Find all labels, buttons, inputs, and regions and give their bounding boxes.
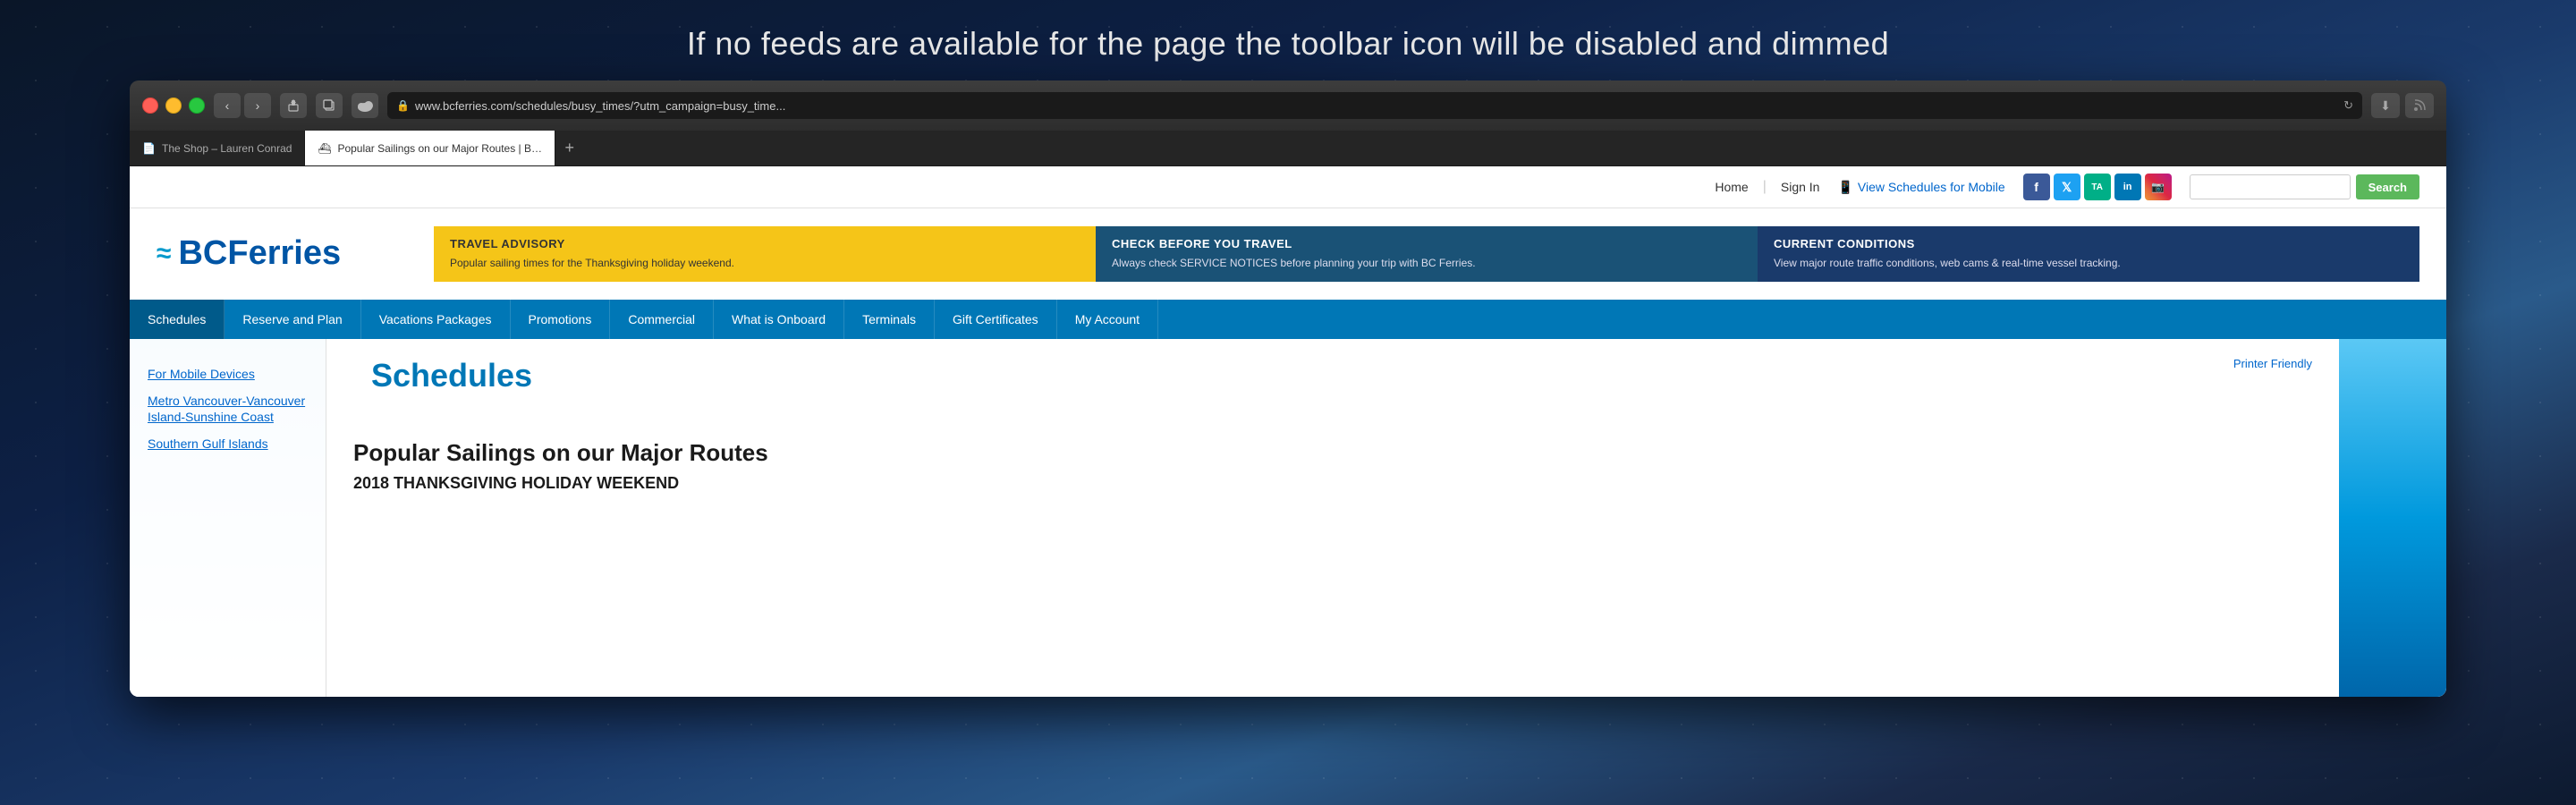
tab-lauren-conrad[interactable]: 📄 The Shop – Lauren Conrad bbox=[130, 131, 305, 165]
printer-friendly-link[interactable]: Printer Friendly bbox=[2233, 357, 2339, 370]
url-text: www.bcferries.com/schedules/busy_times/?… bbox=[415, 99, 2338, 113]
nav-promotions[interactable]: Promotions bbox=[511, 300, 611, 339]
site-topbar: Home | Sign In 📱 View Schedules for Mobi… bbox=[130, 166, 2446, 208]
social-icons: f 𝕏 TA in 📷 bbox=[2023, 174, 2172, 200]
advisory-check-title: CHECK BEFORE YOU TRAVEL bbox=[1112, 237, 1741, 250]
sidebar-link-mobile[interactable]: For Mobile Devices bbox=[148, 366, 308, 382]
website-content: Home | Sign In 📱 View Schedules for Mobi… bbox=[130, 166, 2446, 697]
nav-reserve-plan[interactable]: Reserve and Plan bbox=[225, 300, 360, 339]
sidebar: For Mobile Devices Metro Vancouver-Vanco… bbox=[130, 339, 326, 697]
advisory-travel-text: Popular sailing times for the Thanksgivi… bbox=[450, 256, 1080, 271]
tab-title-1: The Shop – Lauren Conrad bbox=[162, 142, 292, 155]
lock-icon: 🔒 bbox=[396, 99, 410, 112]
close-button[interactable] bbox=[142, 97, 158, 114]
main-area: Popular Sailings on our Major Routes 201… bbox=[326, 412, 2339, 520]
search-button[interactable]: Search bbox=[2356, 174, 2419, 199]
mobile-link-text: View Schedules for Mobile bbox=[1858, 180, 2005, 194]
site-logo[interactable]: ≈ BCFerries bbox=[157, 234, 407, 273]
reload-button[interactable]: ↻ bbox=[2343, 98, 2353, 113]
rss-button[interactable] bbox=[2405, 93, 2434, 118]
sidebar-link-metro[interactable]: Metro Vancouver-Vancouver Island-Sunshin… bbox=[148, 393, 308, 425]
advisory-travel-title: TRAVEL ADVISORY bbox=[450, 237, 1080, 250]
advisory-conditions-text: View major route traffic conditions, web… bbox=[1774, 256, 2403, 271]
back-button[interactable]: ‹ bbox=[214, 93, 241, 118]
tab-favicon-1: 📄 bbox=[142, 142, 155, 155]
mobile-schedules-link[interactable]: 📱 View Schedules for Mobile bbox=[1837, 180, 2004, 195]
search-input[interactable] bbox=[2190, 174, 2351, 199]
tripadvisor-icon[interactable]: TA bbox=[2084, 174, 2111, 200]
nav-account[interactable]: My Account bbox=[1057, 300, 1158, 339]
content-subheading: 2018 THANKSGIVING HOLIDAY WEEKEND bbox=[353, 474, 2312, 493]
signin-link[interactable]: Sign In bbox=[1781, 180, 1820, 194]
content-heading: Popular Sailings on our Major Routes bbox=[353, 439, 2312, 467]
mobile-icon: 📱 bbox=[1837, 180, 1852, 195]
logo-name: BCFerries bbox=[178, 234, 341, 273]
logo-waves: ≈ bbox=[157, 239, 171, 269]
topbar-links: Home | Sign In bbox=[1715, 179, 1819, 195]
nav-buttons: ‹ › bbox=[214, 93, 271, 118]
nav-onboard[interactable]: What is Onboard bbox=[714, 300, 844, 339]
advisory-check-text: Always check SERVICE NOTICES before plan… bbox=[1112, 256, 1741, 271]
page-title-area: Schedules Printer Friendly bbox=[326, 339, 2339, 412]
advisory-boxes: TRAVEL ADVISORY Popular sailing times fo… bbox=[434, 226, 2419, 282]
minimize-button[interactable] bbox=[165, 97, 182, 114]
nav-vacations[interactable]: Vacations Packages bbox=[361, 300, 511, 339]
logo-area: ≈ BCFerries bbox=[157, 234, 407, 273]
top-message: If no feeds are available for the page t… bbox=[0, 0, 2576, 80]
advisory-conditions-title: CURRENT CONDITIONS bbox=[1774, 237, 2403, 250]
browser-chrome: ‹ › 🔒 www.bcferrie bbox=[130, 80, 2446, 131]
advisory-travel[interactable]: TRAVEL ADVISORY Popular sailing times fo… bbox=[434, 226, 1096, 282]
tab-bcferries[interactable]: ⛴ Popular Sailings on our Major Routes |… bbox=[305, 131, 555, 165]
nav-schedules[interactable]: Schedules bbox=[130, 300, 225, 339]
right-wave-sidebar bbox=[2339, 339, 2446, 697]
page-title: Schedules bbox=[344, 357, 559, 394]
main-nav: Schedules Reserve and Plan Vacations Pac… bbox=[130, 300, 2446, 339]
tab-title-2: Popular Sailings on our Major Routes | B… bbox=[337, 142, 542, 155]
share-button[interactable] bbox=[280, 93, 307, 118]
main-content-area: Schedules Printer Friendly Popular Saili… bbox=[326, 339, 2339, 697]
cloud-button[interactable] bbox=[352, 93, 378, 118]
traffic-lights bbox=[142, 97, 205, 114]
download-button[interactable]: ⬇ bbox=[2371, 93, 2400, 118]
nav-commercial[interactable]: Commercial bbox=[610, 300, 714, 339]
new-tab-button[interactable]: + bbox=[555, 131, 583, 165]
instagram-icon[interactable]: 📷 bbox=[2145, 174, 2172, 200]
page-content: For Mobile Devices Metro Vancouver-Vanco… bbox=[130, 339, 2446, 697]
browser-window: ‹ › 🔒 www.bcferrie bbox=[130, 80, 2446, 697]
search-box: Search bbox=[2190, 174, 2419, 199]
nav-terminals[interactable]: Terminals bbox=[844, 300, 935, 339]
tab-bar: 📄 The Shop – Lauren Conrad ⛴ Popular Sai… bbox=[130, 131, 2446, 166]
linkedin-icon[interactable]: in bbox=[2114, 174, 2141, 200]
twitter-icon[interactable]: 𝕏 bbox=[2054, 174, 2080, 200]
facebook-icon[interactable]: f bbox=[2023, 174, 2050, 200]
advisory-check[interactable]: CHECK BEFORE YOU TRAVEL Always check SER… bbox=[1096, 226, 1758, 282]
browser-action-buttons: ⬇ bbox=[2371, 93, 2434, 118]
site-header: ≈ BCFerries TRAVEL ADVISORY Popular sail… bbox=[130, 208, 2446, 300]
advisory-conditions[interactable]: CURRENT CONDITIONS View major route traf… bbox=[1758, 226, 2419, 282]
tab-favicon-2: ⛴ bbox=[318, 142, 330, 155]
home-link[interactable]: Home bbox=[1715, 180, 1748, 194]
duplicate-button[interactable] bbox=[316, 93, 343, 118]
sidebar-link-gulf[interactable]: Southern Gulf Islands bbox=[148, 436, 308, 452]
address-bar[interactable]: 🔒 www.bcferries.com/schedules/busy_times… bbox=[387, 92, 2362, 119]
nav-gift[interactable]: Gift Certificates bbox=[935, 300, 1057, 339]
maximize-button[interactable] bbox=[189, 97, 205, 114]
forward-button[interactable]: › bbox=[244, 93, 271, 118]
